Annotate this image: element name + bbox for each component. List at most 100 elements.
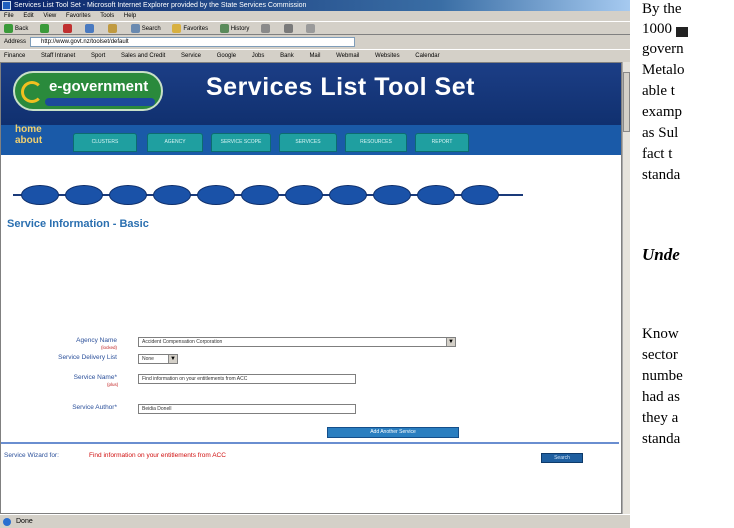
link-websites[interactable]: Websites	[375, 53, 400, 59]
scrollbar-thumb[interactable]	[623, 72, 630, 132]
delivery-list-select[interactable]: None ▼	[138, 354, 178, 364]
agency-label: Agency Name	[76, 337, 117, 344]
edit-icon	[306, 23, 316, 33]
menu-tools[interactable]: Tools	[100, 13, 114, 19]
link-sales-credit[interactable]: Sales and Credit	[121, 53, 165, 59]
service-author-label: Service Author*	[72, 404, 117, 411]
refresh-button[interactable]	[85, 23, 96, 33]
page-status-icon	[3, 518, 11, 526]
service-name-input[interactable]: Find information on your entitlements fr…	[138, 374, 356, 384]
print-button[interactable]	[283, 23, 295, 33]
doc-line: 1000	[642, 21, 672, 37]
progress-step	[241, 185, 279, 205]
doc-line: examp	[642, 104, 682, 120]
vertical-scrollbar[interactable]	[622, 62, 630, 514]
menu-favorites[interactable]: Favorites	[66, 13, 91, 19]
doc-line: standa	[642, 167, 681, 183]
progress-step	[109, 185, 147, 205]
mail-icon	[261, 23, 271, 33]
link-jobs[interactable]: Jobs	[252, 53, 265, 59]
tab-service-scope[interactable]: SERVICE SCOPE	[211, 133, 271, 152]
edit-button[interactable]	[306, 23, 317, 33]
home-link[interactable]: home	[15, 125, 42, 135]
chevron-down-icon: ▼	[446, 338, 455, 346]
window-title: Services List Tool Set - Microsoft Inter…	[14, 2, 307, 9]
links-bar: Finance Staff Intranet Sport Sales and C…	[0, 49, 630, 61]
tab-clusters[interactable]: CLUSTERS	[73, 133, 137, 152]
service-author-input[interactable]: Beidia Donell	[138, 404, 356, 414]
link-sport[interactable]: Sport	[91, 53, 105, 59]
add-another-service-button[interactable]: Add Another Service	[327, 427, 459, 438]
doc-line: standa	[642, 431, 681, 447]
stop-button[interactable]	[62, 23, 74, 33]
address-bar: Address http://www.govt.nz/toolset/defau…	[0, 36, 630, 48]
favorites-button[interactable]: Favorites	[172, 23, 208, 33]
doc-line: sector	[642, 347, 678, 363]
tab-report[interactable]: REPORT	[415, 133, 469, 152]
progress-step	[461, 185, 499, 205]
menu-view[interactable]: View	[43, 13, 56, 19]
e-government-logo[interactable]: e-government	[13, 71, 163, 111]
site-header: e-government Services List Tool Set	[1, 63, 621, 125]
logo-swirl-icon	[21, 81, 43, 103]
progress-step	[65, 185, 103, 205]
link-webmail[interactable]: Webmail	[336, 53, 359, 59]
doc-line: govern	[642, 41, 684, 57]
tab-services[interactable]: SERVICES	[279, 133, 337, 152]
doc-line: they a	[642, 410, 679, 426]
progress-step	[21, 185, 59, 205]
agency-select[interactable]: Accident Compensation Corporation ▼	[138, 337, 456, 347]
menu-file[interactable]: File	[4, 13, 14, 19]
chevron-down-icon: ▼	[168, 355, 177, 363]
progress-steps	[13, 185, 523, 205]
home-button[interactable]	[108, 23, 119, 33]
search-button-toolbar[interactable]: Search	[130, 23, 161, 33]
progress-step	[417, 185, 455, 205]
menu-help[interactable]: Help	[124, 13, 136, 19]
address-label: Address	[4, 39, 27, 45]
home-icon	[108, 23, 118, 33]
service-wizard-label: Service Wizard for:	[4, 452, 59, 459]
star-icon	[172, 23, 182, 33]
progress-step	[373, 185, 411, 205]
forward-button[interactable]	[40, 23, 51, 33]
delivery-list-label: Service Delivery List	[58, 354, 117, 361]
link-google[interactable]: Google	[217, 53, 236, 59]
mail-button[interactable]	[261, 23, 272, 33]
tab-resources[interactable]: RESOURCES	[345, 133, 407, 152]
progress-step	[197, 185, 235, 205]
browser-toolbar: Back Search Favorites History	[0, 21, 630, 35]
doc-line: Metalo	[642, 62, 685, 78]
progress-step	[329, 185, 367, 205]
link-service[interactable]: Service	[181, 53, 201, 59]
about-link[interactable]: about	[15, 136, 42, 146]
back-button[interactable]: Back	[4, 23, 28, 33]
history-button[interactable]: History	[219, 23, 249, 33]
search-button[interactable]: Search	[541, 453, 583, 463]
forward-arrow-icon	[40, 23, 50, 33]
menu-edit[interactable]: Edit	[23, 13, 33, 19]
logo-ribbon	[45, 98, 155, 106]
site-title: Services List Tool Set	[206, 73, 475, 101]
link-finance[interactable]: Finance	[4, 53, 25, 59]
agency-hint: (locked)	[101, 345, 118, 350]
tab-agency[interactable]: AGENCY	[147, 133, 203, 152]
service-wizard-value: Find information on your entitlements fr…	[89, 452, 226, 459]
doc-line: numbe	[642, 368, 683, 384]
section-heading: Service Information - Basic	[7, 218, 149, 230]
status-bar: Done	[0, 514, 630, 528]
history-icon	[219, 23, 229, 33]
link-staff-intranet[interactable]: Staff Intranet	[41, 53, 75, 59]
link-mail[interactable]: Mail	[309, 53, 320, 59]
menu-bar: File Edit View Favorites Tools Help	[0, 11, 630, 21]
progress-step	[285, 185, 323, 205]
stop-icon	[62, 23, 72, 33]
link-bank[interactable]: Bank	[280, 53, 294, 59]
address-input[interactable]: http://www.govt.nz/toolset/default	[30, 37, 355, 47]
section-divider	[1, 442, 619, 444]
link-calendar[interactable]: Calendar	[415, 53, 439, 59]
printer-icon	[283, 23, 293, 33]
logo-text: e-government	[49, 78, 149, 95]
nav-strip: home about CLUSTERS AGENCY SERVICE SCOPE…	[1, 125, 621, 155]
doc-line: By the	[642, 1, 682, 17]
